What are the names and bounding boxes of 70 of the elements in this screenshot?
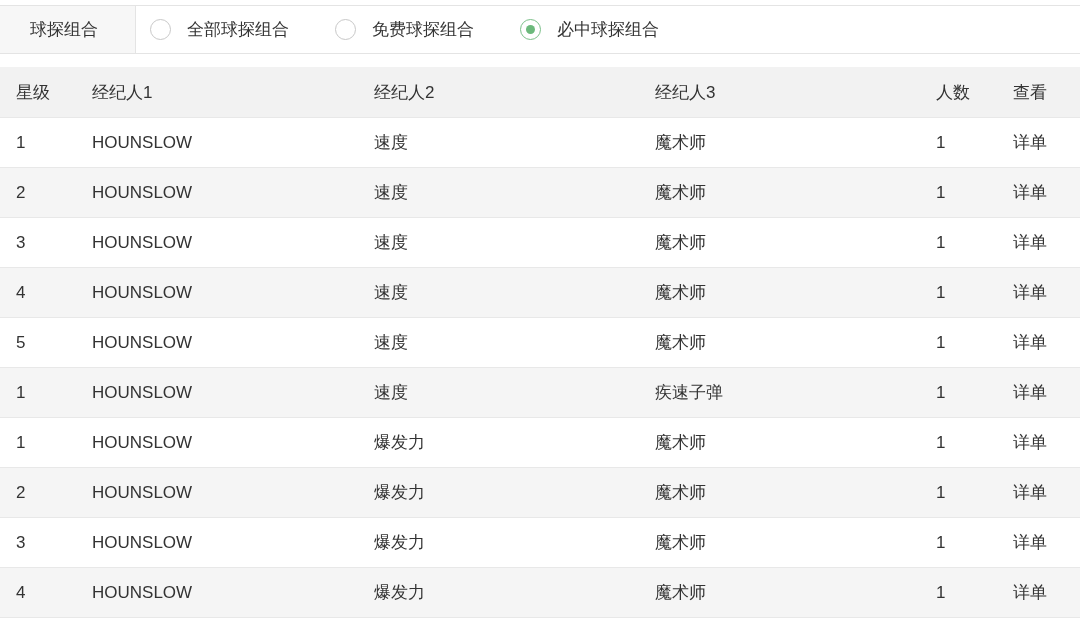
filter-label: 球探组合 bbox=[0, 6, 136, 53]
table-cell: 魔术师 bbox=[655, 333, 706, 352]
table-cell: 1 bbox=[936, 382, 946, 402]
details-link[interactable]: 详单 bbox=[1013, 433, 1047, 452]
table-cell: 1 bbox=[16, 382, 26, 402]
table-cell: 1 bbox=[936, 432, 946, 452]
table-cell: 速度 bbox=[374, 133, 408, 152]
table-cell: 爆发力 bbox=[374, 533, 425, 552]
table-cell: 1 bbox=[936, 232, 946, 252]
table-cell: 爆发力 bbox=[374, 583, 425, 602]
table-cell: 1 bbox=[16, 132, 26, 152]
table-cell: 2 bbox=[16, 182, 26, 202]
table-cell: 4 bbox=[16, 582, 26, 602]
table-cell: 1 bbox=[16, 432, 26, 452]
table-cell: 魔术师 bbox=[655, 183, 706, 202]
table-cell: 魔术师 bbox=[655, 533, 706, 552]
table-cell: 1 bbox=[936, 332, 946, 352]
table-cell: 爆发力 bbox=[374, 483, 425, 502]
table-cell: HOUNSLOW bbox=[92, 282, 193, 302]
table-cell: 1 bbox=[936, 482, 946, 502]
column-header: 星级 bbox=[16, 82, 50, 102]
table-cell: HOUNSLOW bbox=[92, 132, 193, 152]
table-cell: 3 bbox=[16, 232, 26, 252]
details-link[interactable]: 详单 bbox=[1013, 533, 1047, 552]
table-cell: 速度 bbox=[374, 233, 408, 252]
table-cell: 魔术师 bbox=[655, 583, 706, 602]
table-cell: 魔术师 bbox=[655, 133, 706, 152]
radio-label[interactable]: 必中球探组合 bbox=[557, 18, 659, 41]
radio-label[interactable]: 全部球探组合 bbox=[187, 18, 289, 41]
details-link[interactable]: 详单 bbox=[1013, 583, 1047, 602]
table-cell: 速度 bbox=[374, 283, 408, 302]
table-cell: HOUNSLOW bbox=[92, 432, 193, 452]
table-cell: 1 bbox=[936, 282, 946, 302]
table-cell: 魔术师 bbox=[655, 233, 706, 252]
column-header: 经纪人3 bbox=[655, 82, 716, 102]
table-cell: 1 bbox=[936, 582, 946, 602]
table-cell: HOUNSLOW bbox=[92, 382, 193, 402]
column-header: 经纪人1 bbox=[92, 82, 153, 102]
details-link[interactable]: 详单 bbox=[1013, 483, 1047, 502]
radio-label[interactable]: 免费球探组合 bbox=[372, 18, 474, 41]
details-link[interactable]: 详单 bbox=[1013, 333, 1047, 352]
table-cell: 魔术师 bbox=[655, 433, 706, 452]
table-cell: HOUNSLOW bbox=[92, 582, 193, 602]
table-cell: 爆发力 bbox=[374, 433, 425, 452]
table-cell: 速度 bbox=[374, 183, 408, 202]
table-cell: 1 bbox=[936, 182, 946, 202]
table-cell: 3 bbox=[16, 532, 26, 552]
table-cell: 疾速子弹 bbox=[655, 383, 723, 402]
table-cell: 1 bbox=[936, 132, 946, 152]
table-cell: 速度 bbox=[374, 383, 408, 402]
table-cell: 4 bbox=[16, 282, 26, 302]
column-header: 查看 bbox=[1013, 82, 1047, 102]
details-link[interactable]: 详单 bbox=[1013, 383, 1047, 402]
column-header: 人数 bbox=[936, 82, 970, 102]
table-cell: 2 bbox=[16, 482, 26, 502]
column-header: 经纪人2 bbox=[374, 82, 435, 102]
table-cell: 魔术师 bbox=[655, 483, 706, 502]
details-link[interactable]: 详单 bbox=[1013, 233, 1047, 252]
table-cell: 1 bbox=[936, 532, 946, 552]
table-cell: HOUNSLOW bbox=[92, 332, 193, 352]
table-cell: HOUNSLOW bbox=[92, 532, 193, 552]
table-cell: 5 bbox=[16, 332, 26, 352]
table-cell: 速度 bbox=[374, 333, 408, 352]
details-link[interactable]: 详单 bbox=[1013, 283, 1047, 302]
details-link[interactable]: 详单 bbox=[1013, 183, 1047, 202]
table-cell: HOUNSLOW bbox=[92, 232, 193, 252]
details-link[interactable]: 详单 bbox=[1013, 133, 1047, 152]
table-cell: HOUNSLOW bbox=[92, 482, 193, 502]
table-cell: HOUNSLOW bbox=[92, 182, 193, 202]
table-cell: 魔术师 bbox=[655, 283, 706, 302]
